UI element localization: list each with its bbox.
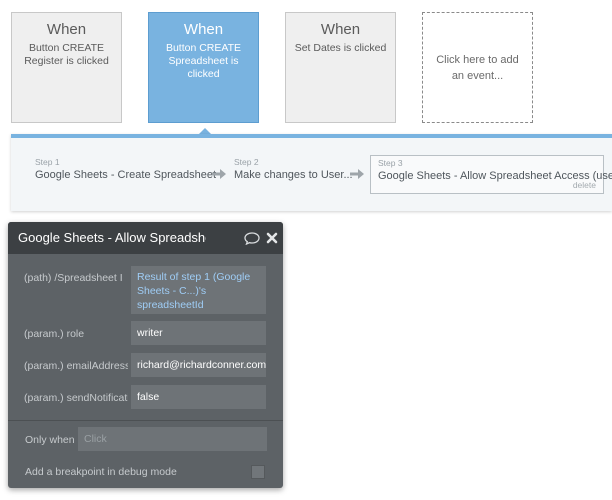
- divider: [8, 420, 283, 421]
- event-description: Set Dates is clicked: [294, 42, 387, 54]
- step-number: Step 3: [378, 158, 403, 168]
- field-label-role: (param.) role: [24, 328, 85, 340]
- delete-step-link[interactable]: delete: [573, 180, 596, 190]
- panel-title: Google Sheets - Allow Spreadsheet Access…: [18, 230, 206, 245]
- add-event-label: Click here to add an event...: [436, 53, 519, 82]
- event-card-create-register[interactable]: When Button CREATE Register is clicked: [11, 12, 122, 123]
- step-3[interactable]: Step 3 Google Sheets - Allow Spreadsheet…: [370, 155, 612, 194]
- step-title: Make changes to User...: [234, 169, 353, 181]
- step-number: Step 1: [35, 157, 60, 167]
- action-property-editor: Google Sheets - Allow Spreadsheet Access…: [8, 222, 283, 488]
- email-address-input[interactable]: richard@richardconner.com: [131, 353, 266, 377]
- add-event-button[interactable]: Click here to add an event...: [422, 12, 533, 123]
- event-card-create-spreadsheet[interactable]: When Button CREATE Spreadsheet is clicke…: [148, 12, 259, 123]
- event-description: Button CREATE Spreadsheet is clicked: [165, 42, 242, 80]
- only-when-input[interactable]: Click: [78, 427, 267, 451]
- field-label-spreadsheet-id: (path) /Spreadsheet I: [24, 272, 123, 284]
- field-label-email-address: (param.) emailAddress: [24, 360, 128, 372]
- step-title: Google Sheets - Create Spreadsheet: [35, 169, 217, 181]
- breakpoint-checkbox[interactable]: [251, 465, 265, 479]
- step-title: Google Sheets - Allow Spreadsheet Access…: [378, 170, 612, 182]
- spreadsheet-id-expression[interactable]: Result of step 1 (Google Sheets - C...)'…: [131, 266, 266, 314]
- field-label-send-notification: (param.) sendNotificationEmail: [24, 392, 128, 404]
- event-card-set-dates[interactable]: When Set Dates is clicked: [285, 12, 396, 123]
- send-notification-input[interactable]: false: [131, 385, 266, 409]
- workflow-steps-bar: Step 1 Google Sheets - Create Spreadshee…: [11, 134, 612, 211]
- role-input[interactable]: writer: [131, 321, 266, 345]
- step-number: Step 2: [234, 157, 259, 167]
- event-when-label: When: [46, 21, 87, 38]
- panel-header: Google Sheets - Allow Spreadsheet Access…: [8, 222, 283, 254]
- breakpoint-label: Add a breakpoint in debug mode: [25, 466, 177, 478]
- arrow-right-icon: [350, 169, 364, 179]
- event-description: Button CREATE Register is clicked: [24, 42, 109, 67]
- event-when-label: When: [183, 21, 224, 38]
- step-1[interactable]: Step 1 Google Sheets - Create Spreadshee…: [35, 157, 216, 181]
- comment-icon[interactable]: [244, 232, 260, 245]
- arrow-right-icon: [212, 169, 226, 179]
- event-when-label: When: [320, 21, 361, 38]
- close-icon[interactable]: [266, 232, 278, 244]
- step-2[interactable]: Step 2 Make changes to User...: [234, 157, 353, 181]
